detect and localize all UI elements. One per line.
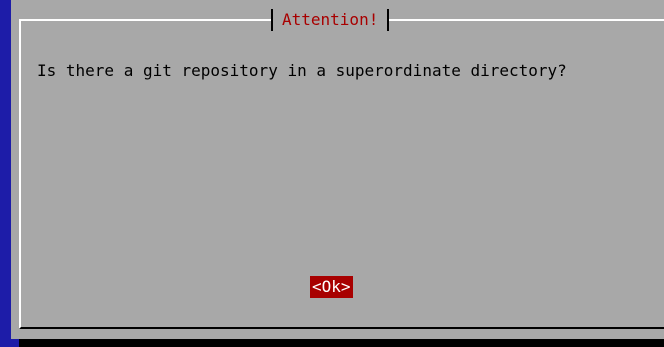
ok-button[interactable]: <Ok> xyxy=(310,276,353,298)
terminal-screen: Attention! Is there a git repository in … xyxy=(0,0,664,347)
attention-dialog: Attention! Is there a git repository in … xyxy=(11,0,664,339)
dialog-title-bar: Attention! xyxy=(271,9,390,31)
dialog-shadow xyxy=(19,339,664,347)
dialog-message: Is there a git repository in a superordi… xyxy=(37,61,567,80)
title-right-tick xyxy=(387,9,390,31)
dialog-title: Attention! xyxy=(282,10,379,29)
